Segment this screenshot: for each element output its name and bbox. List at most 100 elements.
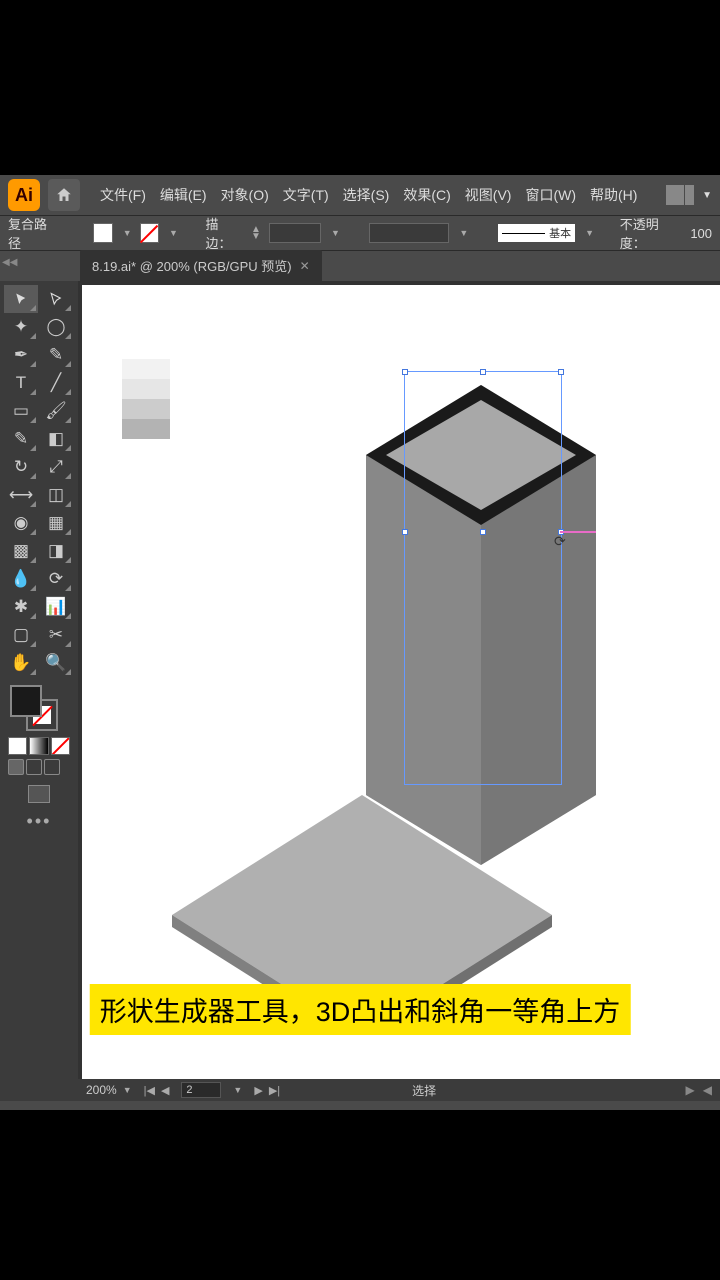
brush-profile-preview[interactable]: 基本 — [498, 224, 575, 242]
swatch-palette — [122, 359, 170, 439]
zoom-tool-icon[interactable]: 🔍 — [39, 649, 73, 677]
palette-swatch[interactable] — [122, 419, 170, 439]
selection-tool-icon[interactable] — [4, 285, 38, 313]
stroke-weight-label: 描边： — [205, 214, 243, 252]
shape-builder-tool-icon[interactable]: ◉ — [4, 509, 38, 537]
menu-help[interactable]: 帮助(H) — [584, 181, 643, 209]
fill-color-box[interactable] — [10, 685, 42, 717]
mesh-tool-icon[interactable]: ▩ — [4, 537, 38, 565]
document-tab-title: 8.19.ai* @ 200% (RGB/GPU 预览) — [92, 256, 292, 275]
gradient-tool-icon[interactable]: ◨ — [39, 537, 73, 565]
options-bar: 复合路径 ▼ ▼ 描边： ▲▼ ▼ ▼ 基本 ▼ 不透明度： 100 — [0, 215, 720, 251]
screen-mode-icon[interactable] — [4, 785, 74, 803]
menu-window[interactable]: 窗口(W) — [519, 181, 582, 209]
palette-swatch[interactable] — [122, 379, 170, 399]
blend-tool-icon[interactable]: ⟳ — [39, 565, 73, 593]
workspace-layout-icon[interactable] — [666, 185, 694, 205]
width-tool-icon[interactable]: ⟷ — [4, 481, 38, 509]
document-tab[interactable]: 8.19.ai* @ 200% (RGB/GPU 预览) ✕ — [80, 250, 322, 281]
palette-swatch[interactable] — [122, 359, 170, 379]
canvas[interactable]: ⟳ 200% ▼ |◀ ◀ ▼ ▶ — [78, 281, 720, 1101]
direct-selection-tool-icon[interactable] — [39, 285, 73, 313]
zoom-level[interactable]: 200% — [86, 1083, 117, 1097]
shaper-tool-icon[interactable]: ✎ — [4, 425, 38, 453]
artboard-dropdown-icon[interactable]: ▼ — [233, 1085, 242, 1095]
lasso-tool-icon[interactable]: ◯ — [39, 313, 73, 341]
first-artboard-icon[interactable]: |◀ — [142, 1084, 157, 1097]
magic-wand-tool-icon[interactable]: ✦ — [4, 313, 38, 341]
menu-object[interactable]: 对象(O) — [215, 181, 275, 209]
opacity-label: 不透明度： — [620, 214, 683, 252]
rectangle-tool-icon[interactable]: ▭ — [4, 397, 38, 425]
work-area: ✦ ◯ ✒ ✎ T ╱ ▭ 🖌 ✎ ◧ ↻ ⤢ ⟷ ◫ ◉ ▦ ▩ ◨ 💧 ⟳ — [0, 281, 720, 1101]
variable-width-input[interactable] — [369, 223, 449, 243]
fill-color-swatch[interactable] — [93, 223, 112, 243]
color-mode-gradient-icon[interactable] — [29, 737, 48, 755]
eraser-tool-icon[interactable]: ◧ — [39, 425, 73, 453]
curvature-tool-icon[interactable]: ✎ — [39, 341, 73, 369]
current-tool-label: 选择 — [412, 1082, 436, 1099]
free-transform-tool-icon[interactable]: ◫ — [39, 481, 73, 509]
menu-view[interactable]: 视图(V) — [459, 181, 518, 209]
zoom-dropdown-icon[interactable]: ▼ — [123, 1085, 132, 1095]
opacity-value[interactable]: 100 — [690, 226, 712, 241]
app-logo-icon[interactable]: Ai — [8, 179, 40, 211]
stroke-weight-input[interactable] — [269, 223, 321, 243]
selection-handle[interactable] — [480, 369, 486, 375]
graph-tool-icon[interactable]: 📊 — [39, 593, 73, 621]
stroke-weight-dropdown-icon[interactable]: ▼ — [331, 228, 340, 238]
artboard-tool-icon[interactable]: ▢ — [4, 621, 38, 649]
more-tools-icon[interactable]: ••• — [4, 811, 74, 832]
color-mode-none-icon[interactable] — [51, 737, 70, 755]
pillar-shape[interactable] — [366, 385, 596, 865]
rotate-tool-icon[interactable]: ↻ — [4, 453, 38, 481]
prev-artboard-icon[interactable]: ◀ — [159, 1084, 171, 1097]
color-picker-area — [4, 683, 74, 735]
line-tool-icon[interactable]: ╱ — [39, 369, 73, 397]
pen-tool-icon[interactable]: ✒ — [4, 341, 38, 369]
workspace-chevron-icon[interactable]: ▼ — [702, 190, 712, 201]
stroke-dropdown-icon[interactable]: ▼ — [169, 228, 178, 238]
draw-normal-icon[interactable] — [8, 759, 24, 775]
scroll-left-icon[interactable]: ◀ — [703, 1083, 712, 1097]
tab-close-icon[interactable]: ✕ — [300, 259, 310, 273]
selection-handle[interactable] — [558, 369, 564, 375]
artboard-number-input[interactable] — [181, 1082, 221, 1098]
stroke-color-swatch[interactable] — [140, 223, 159, 243]
toolbar: ✦ ◯ ✒ ✎ T ╱ ▭ 🖌 ✎ ◧ ↻ ⤢ ⟷ ◫ ◉ ▦ ▩ ◨ 💧 ⟳ — [0, 281, 78, 1101]
color-mode-solid-icon[interactable] — [8, 737, 27, 755]
application-window: Ai 文件(F) 编辑(E) 对象(O) 文字(T) 选择(S) 效果(C) 视… — [0, 175, 720, 1110]
collapse-handle-icon[interactable]: ◀◀ — [2, 257, 17, 268]
menu-edit[interactable]: 编辑(E) — [154, 181, 213, 209]
stroke-stepper-icon[interactable]: ▲▼ — [251, 226, 261, 240]
symbol-sprayer-tool-icon[interactable]: ✱ — [4, 593, 38, 621]
scroll-right-icon[interactable]: ▶ — [686, 1083, 695, 1097]
var-width-dropdown-icon[interactable]: ▼ — [459, 228, 468, 238]
next-artboard-icon[interactable]: ▶ — [252, 1084, 264, 1097]
scale-tool-icon[interactable]: ⤢ — [39, 453, 73, 481]
menu-file[interactable]: 文件(F) — [94, 181, 152, 209]
profile-dropdown-icon[interactable]: ▼ — [585, 228, 594, 238]
slice-tool-icon[interactable]: ✂ — [39, 621, 73, 649]
rotate-cursor-icon: ⟳ — [554, 533, 566, 550]
status-bar: 200% ▼ |◀ ◀ ▼ ▶ ▶| 选择 ▶ ◀ — [78, 1079, 720, 1101]
perspective-tool-icon[interactable]: ▦ — [39, 509, 73, 537]
paintbrush-tool-icon[interactable]: 🖌 — [39, 397, 73, 425]
fill-dropdown-icon[interactable]: ▼ — [123, 228, 132, 238]
profile-label: 基本 — [549, 225, 571, 241]
hand-tool-icon[interactable]: ✋ — [4, 649, 38, 677]
eyedropper-tool-icon[interactable]: 💧 — [4, 565, 38, 593]
selection-handle[interactable] — [402, 369, 408, 375]
artboard[interactable]: ⟳ — [82, 285, 720, 1079]
draw-inside-icon[interactable] — [44, 759, 60, 775]
palette-swatch[interactable] — [122, 399, 170, 419]
document-tab-bar: 8.19.ai* @ 200% (RGB/GPU 预览) ✕ — [0, 251, 720, 281]
type-tool-icon[interactable]: T — [4, 369, 38, 397]
menu-text[interactable]: 文字(T) — [277, 181, 335, 209]
last-artboard-icon[interactable]: ▶| — [267, 1084, 282, 1097]
menu-select[interactable]: 选择(S) — [337, 181, 396, 209]
home-icon[interactable] — [48, 179, 80, 211]
menu-effect[interactable]: 效果(C) — [397, 181, 456, 209]
draw-behind-icon[interactable] — [26, 759, 42, 775]
subtitle-caption: 形状生成器工具，3D凸出和斜角一等角上方 — [90, 984, 631, 1035]
